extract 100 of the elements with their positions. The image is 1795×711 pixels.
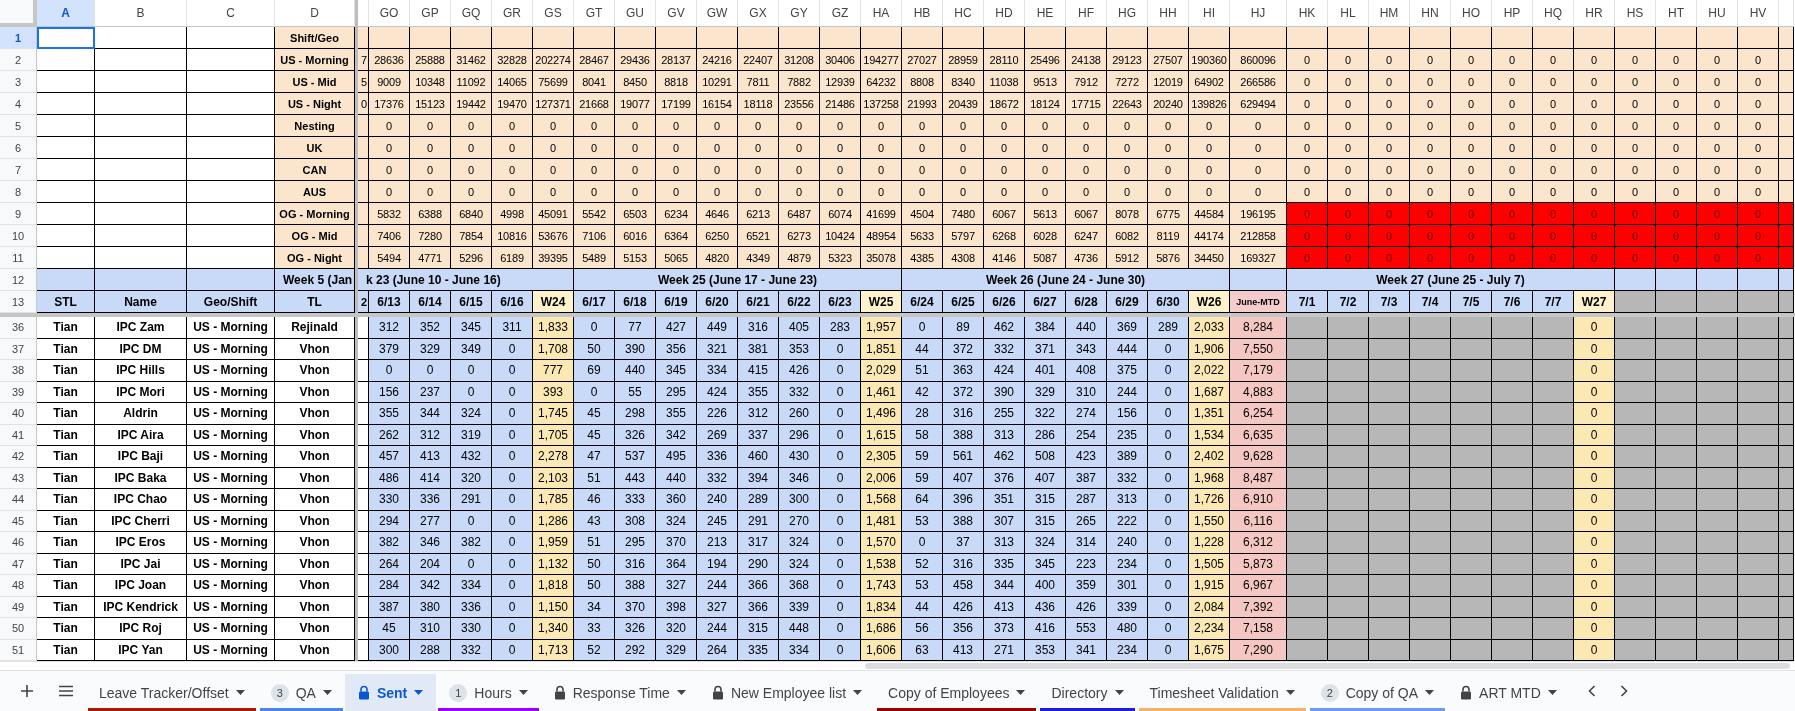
row-number[interactable]: 44 bbox=[0, 489, 37, 511]
row-number[interactable]: 5 bbox=[0, 115, 37, 137]
table-cell: 462 bbox=[984, 446, 1025, 468]
row-number[interactable]: 38 bbox=[0, 360, 37, 382]
sheet-tab[interactable]: 1 Hours bbox=[436, 674, 541, 711]
column-header[interactable]: GS bbox=[533, 0, 574, 27]
row-number[interactable]: 7 bbox=[0, 159, 37, 181]
column-header[interactable]: HM bbox=[1369, 0, 1410, 27]
column-header[interactable]: HR bbox=[1574, 0, 1615, 27]
column-header[interactable]: GU bbox=[615, 0, 656, 27]
row-number[interactable]: 12 bbox=[0, 269, 37, 291]
table-cell: 345 bbox=[451, 317, 492, 339]
column-header[interactable]: HV bbox=[1738, 0, 1779, 27]
column-header[interactable]: HA bbox=[861, 0, 902, 27]
row-number[interactable]: 39 bbox=[0, 381, 37, 403]
column-header[interactable]: HO bbox=[1451, 0, 1492, 27]
row-number[interactable]: 9 bbox=[0, 203, 37, 225]
column-header[interactable]: HC bbox=[943, 0, 984, 27]
column-header[interactable]: GR bbox=[492, 0, 533, 27]
sheet-tab[interactable]: 3 QA bbox=[257, 674, 345, 711]
column-heading: Geo/Shift bbox=[187, 291, 275, 313]
table-cell: 89 bbox=[943, 317, 984, 339]
row-number[interactable]: 11 bbox=[0, 247, 37, 269]
column-header[interactable]: HG bbox=[1107, 0, 1148, 27]
table-cell: 5613 bbox=[1025, 203, 1066, 225]
sheet-tab[interactable]: Timesheet Validation bbox=[1136, 674, 1308, 711]
table-cell: 0 bbox=[1697, 159, 1738, 181]
column-header[interactable] bbox=[1779, 0, 1794, 27]
column-header[interactable]: HS bbox=[1615, 0, 1656, 27]
table-cell: 0 bbox=[984, 137, 1025, 159]
column-header[interactable]: HL bbox=[1328, 0, 1369, 27]
column-header[interactable]: HH bbox=[1148, 0, 1189, 27]
row-number[interactable]: 36 bbox=[0, 317, 37, 339]
column-header[interactable]: HJ bbox=[1230, 0, 1287, 27]
row-number[interactable]: 37 bbox=[0, 338, 37, 360]
table-cell: Vhon bbox=[275, 446, 355, 468]
sheet-tab[interactable]: New Employee list bbox=[698, 674, 876, 711]
table-cell: 0 bbox=[820, 403, 861, 425]
table-cell: 46 bbox=[574, 489, 615, 511]
column-header[interactable]: HF bbox=[1066, 0, 1107, 27]
column-header[interactable]: HD bbox=[984, 0, 1025, 27]
table-cell: 31462 bbox=[451, 49, 492, 71]
table-cell: 0 bbox=[1189, 181, 1230, 203]
row-number[interactable]: 13 bbox=[0, 291, 37, 313]
table-cell: 4504 bbox=[902, 203, 943, 225]
column-header[interactable]: C bbox=[187, 0, 275, 27]
column-header[interactable]: GX bbox=[738, 0, 779, 27]
row-number[interactable]: 3 bbox=[0, 71, 37, 93]
column-header[interactable]: GO bbox=[369, 0, 410, 27]
row-number[interactable]: 6 bbox=[0, 137, 37, 159]
column-header[interactable]: GZ bbox=[820, 0, 861, 27]
row-number[interactable]: 45 bbox=[0, 510, 37, 532]
column-header[interactable]: GV bbox=[656, 0, 697, 27]
column-header[interactable]: A bbox=[37, 0, 95, 27]
column-header[interactable]: GP bbox=[410, 0, 451, 27]
column-header[interactable]: GT bbox=[574, 0, 615, 27]
table-cell: 320 bbox=[656, 618, 697, 640]
select-all-corner[interactable] bbox=[0, 0, 37, 27]
sheet-tab[interactable]: ART MTD bbox=[1447, 674, 1570, 711]
column-header[interactable]: GY bbox=[779, 0, 820, 27]
column-header[interactable]: HK bbox=[1287, 0, 1328, 27]
column-header[interactable]: B bbox=[95, 0, 187, 27]
column-header[interactable]: HT bbox=[1656, 0, 1697, 27]
row-number[interactable]: 10 bbox=[0, 225, 37, 247]
table-cell: 0 bbox=[1738, 181, 1779, 203]
row-number[interactable]: 41 bbox=[0, 424, 37, 446]
table-cell bbox=[1779, 596, 1794, 618]
row-number[interactable]: 4 bbox=[0, 93, 37, 115]
column-header[interactable]: HE bbox=[1025, 0, 1066, 27]
row-number[interactable]: 49 bbox=[0, 596, 37, 618]
column-header[interactable] bbox=[358, 0, 369, 27]
table-cell: 0 bbox=[1533, 203, 1574, 225]
column-header[interactable]: HI bbox=[1189, 0, 1230, 27]
sheet-tab[interactable]: Response Time bbox=[540, 674, 699, 711]
row-number[interactable]: 51 bbox=[0, 639, 37, 661]
column-header[interactable]: HP bbox=[1492, 0, 1533, 27]
sheet-tab[interactable]: Leave Tracker/Offset bbox=[86, 674, 258, 711]
column-header[interactable]: D bbox=[275, 0, 355, 27]
table-cell: 23556 bbox=[779, 93, 820, 115]
row-number[interactable]: 8 bbox=[0, 181, 37, 203]
sheet-tab[interactable]: Copy of Employees bbox=[875, 674, 1039, 711]
row-number[interactable]: 46 bbox=[0, 532, 37, 554]
row-number[interactable]: 1 bbox=[0, 27, 37, 49]
sheet-tab[interactable]: Directory bbox=[1038, 674, 1137, 711]
row-number[interactable]: 48 bbox=[0, 575, 37, 597]
column-header[interactable]: HU bbox=[1697, 0, 1738, 27]
column-header[interactable]: HB bbox=[902, 0, 943, 27]
row-number[interactable]: 43 bbox=[0, 467, 37, 489]
table-cell: 0 bbox=[820, 575, 861, 597]
row-number[interactable]: 50 bbox=[0, 618, 37, 640]
column-header[interactable]: GQ bbox=[451, 0, 492, 27]
column-header[interactable]: HN bbox=[1410, 0, 1451, 27]
column-header[interactable]: HQ bbox=[1533, 0, 1574, 27]
row-number[interactable]: 2 bbox=[0, 49, 37, 71]
row-number[interactable]: 47 bbox=[0, 553, 37, 575]
column-header[interactable]: GW bbox=[697, 0, 738, 27]
sheet-tab[interactable]: Sent bbox=[344, 674, 437, 711]
sheet-tab[interactable]: 2 Copy of QA bbox=[1307, 674, 1448, 711]
row-number[interactable]: 40 bbox=[0, 403, 37, 425]
row-number[interactable]: 42 bbox=[0, 446, 37, 468]
